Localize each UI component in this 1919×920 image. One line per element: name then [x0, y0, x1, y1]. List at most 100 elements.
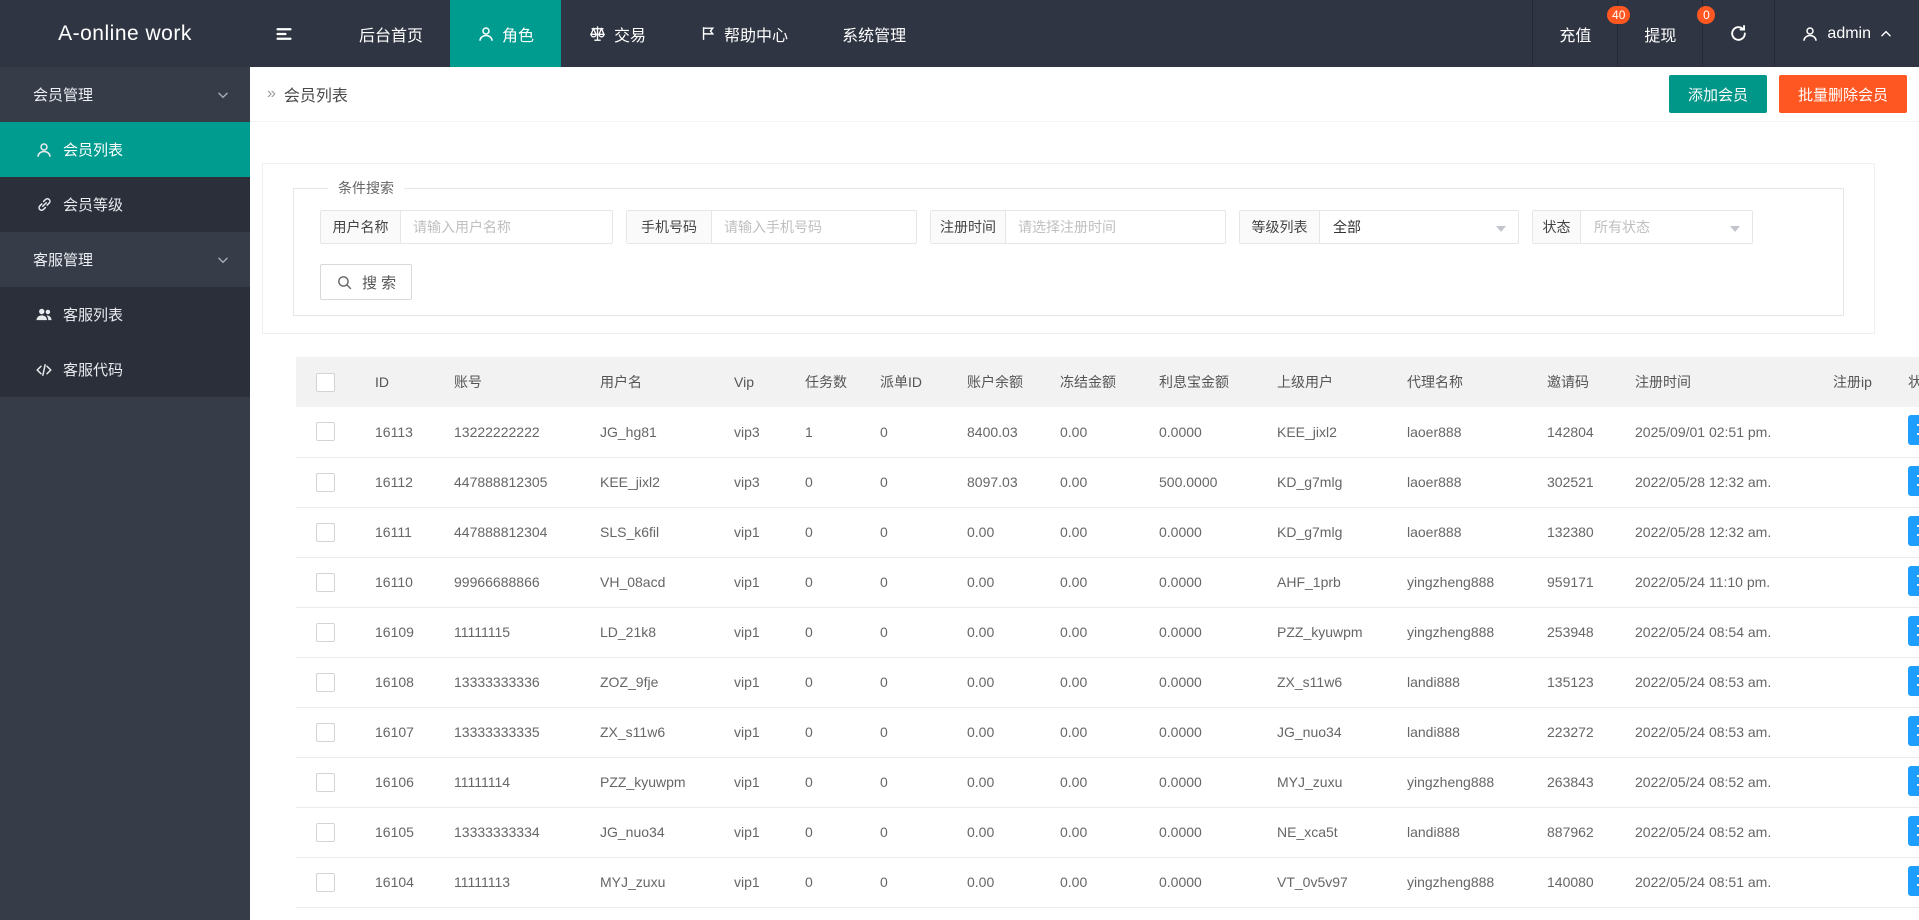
sidebar-group-2[interactable]: 客服管理 [0, 232, 250, 287]
table-row: 16110 99966688866 VH_08acd vip1 0 0 0.00 0.00 0.… [296, 557, 1919, 608]
column-header-用户名: 用户名 [585, 357, 719, 407]
cell-注册时间: 2022/05/24 08:54 am. [1620, 607, 1818, 658]
withdraw-nav-item[interactable]: 提现 0 [1617, 0, 1716, 67]
cell-派单ID: 0 [865, 757, 952, 808]
cell-邀请码: 142804 [1532, 407, 1620, 458]
row-status-button[interactable] [1908, 715, 1919, 746]
row-status-button[interactable] [1908, 765, 1919, 796]
cell-注册时间: 2025/09/01 02:51 pm. [1620, 407, 1818, 458]
code-icon [35, 361, 53, 379]
row-status-button[interactable] [1908, 865, 1919, 896]
sidebar: 会员管理 会员列表会员等级客服管理客服列表客服代码 [0, 67, 250, 920]
sidebar-group-1[interactable]: 会员管理 [0, 67, 250, 122]
add-member-button[interactable]: 添加会员 [1668, 75, 1767, 113]
table-row: 16107 13333333335 ZX_s11w6 vip1 0 0 0.00 0.00 0.… [296, 707, 1919, 758]
select-all-checkbox[interactable] [316, 372, 335, 392]
search-button[interactable]: 搜 索 [320, 264, 413, 300]
row-checkbox[interactable] [316, 672, 335, 692]
row-status-button[interactable] [1908, 465, 1919, 496]
nav-item-2[interactable]: 角色 [450, 0, 562, 67]
row-checkbox[interactable] [316, 572, 335, 592]
batch-delete-button[interactable]: 批量删除会员 [1778, 75, 1907, 113]
cell-注册时间: 2022/05/24 08:53 am. [1620, 707, 1818, 758]
user-icon [1801, 25, 1819, 43]
chevron-up-icon [1879, 27, 1893, 41]
search-filters: 用户名称手机号码注册时间等级列表全部状态所有状态 [320, 210, 1828, 244]
sidebar-item-label: 会员等级 [63, 197, 124, 214]
cell-注册ip [1818, 857, 1893, 908]
cell-用户名: VH_08acd [585, 557, 719, 608]
row-checkbox[interactable] [316, 872, 335, 892]
cell-注册ip [1818, 657, 1893, 708]
cell-注册时间: 2022/05/28 12:32 am. [1620, 507, 1818, 558]
sidebar-item-客服代码[interactable]: 客服代码 [0, 342, 250, 397]
user-menu[interactable]: admin [1774, 0, 1919, 67]
sidebar-item-label: 客服列表 [63, 307, 124, 324]
cell-任务数: 0 [790, 757, 865, 808]
cell-派单ID: 0 [865, 507, 952, 558]
cell-注册时间: 2022/05/24 08:52 am. [1620, 757, 1818, 808]
row-checkbox[interactable] [316, 422, 335, 442]
filter-input-手机号码[interactable] [712, 211, 916, 243]
nav-item-4[interactable]: 帮助中心 [673, 0, 815, 67]
recharge-nav-item[interactable]: 充值 40 [1532, 0, 1631, 67]
row-status-button[interactable] [1908, 515, 1919, 546]
cell-上级用户: KD_g7mlg [1262, 457, 1392, 508]
brand-logo: A-online work [58, 21, 192, 45]
cell-任务数: 0 [790, 857, 865, 908]
cell-账户余额: 0.00 [952, 707, 1045, 758]
row-status-button[interactable] [1908, 615, 1919, 646]
cell-注册ip [1818, 557, 1893, 608]
cell-邀请码: 253948 [1532, 607, 1620, 658]
cell-冻结金额: 0.00 [1045, 507, 1144, 558]
sidebar-item-会员列表[interactable]: 会员列表 [0, 122, 250, 177]
filter-select-等级列表[interactable]: 全部 [1320, 211, 1518, 243]
row-checkbox[interactable] [316, 472, 335, 492]
cell-账号: 11111113 [439, 857, 585, 908]
cell-利息宝金额: 0.0000 [1144, 757, 1262, 808]
filter-label: 用户名称 [321, 211, 401, 243]
column-header-账号: 账号 [439, 357, 585, 407]
row-checkbox[interactable] [316, 772, 335, 792]
row-status-button[interactable] [1908, 565, 1919, 596]
cell-账户余额: 0.00 [952, 657, 1045, 708]
row-checkbox[interactable] [316, 622, 335, 642]
column-header-利息宝金额: 利息宝金额 [1144, 357, 1262, 407]
filter-label: 等级列表 [1240, 211, 1320, 243]
row-status-button[interactable] [1908, 665, 1919, 696]
row-checkbox[interactable] [316, 722, 335, 742]
cell-账户余额: 0.00 [952, 757, 1045, 808]
cell-任务数: 1 [790, 407, 865, 458]
sidebar-item-label: 客服代码 [63, 362, 124, 379]
cell-Vip: vip1 [719, 657, 790, 708]
cell-派单ID: 0 [865, 607, 952, 658]
filter-input-注册时间[interactable] [1006, 211, 1225, 243]
cell-ID: 16111 [360, 507, 439, 558]
column-header-代理名称: 代理名称 [1392, 357, 1532, 407]
users-icon [35, 305, 53, 324]
filter-select-状态[interactable]: 所有状态 [1581, 211, 1752, 243]
column-header-上级用户: 上级用户 [1262, 357, 1392, 407]
cell-Vip: vip1 [719, 857, 790, 908]
cell-派单ID: 0 [865, 457, 952, 508]
filter-input-用户名称[interactable] [401, 211, 612, 243]
cell-派单ID: 0 [865, 807, 952, 858]
nav-item-label: 帮助中心 [724, 27, 789, 45]
cell-上级用户: AHF_1prb [1262, 557, 1392, 608]
sidebar-item-客服列表[interactable]: 客服列表 [0, 287, 250, 342]
nav-item-5[interactable]: 系统管理 [815, 0, 933, 67]
username: admin [1827, 24, 1871, 42]
cell-上级用户: PZZ_kyuwpm [1262, 607, 1392, 658]
cell-邀请码: 135123 [1532, 657, 1620, 708]
sidebar-item-会员等级[interactable]: 会员等级 [0, 177, 250, 232]
row-status-button[interactable] [1908, 815, 1919, 846]
nav-item-1[interactable]: 后台首页 [332, 0, 450, 67]
sidebar-toggle-button[interactable] [250, 0, 318, 67]
nav-item-3[interactable]: 交易 [561, 0, 673, 67]
cell-账号: 13333333336 [439, 657, 585, 708]
person-icon [477, 25, 495, 43]
row-checkbox[interactable] [316, 822, 335, 842]
navbar-right: 充值 40 提现 0 admin [1532, 0, 1919, 67]
row-status-button[interactable] [1908, 415, 1919, 446]
row-checkbox[interactable] [316, 522, 335, 542]
